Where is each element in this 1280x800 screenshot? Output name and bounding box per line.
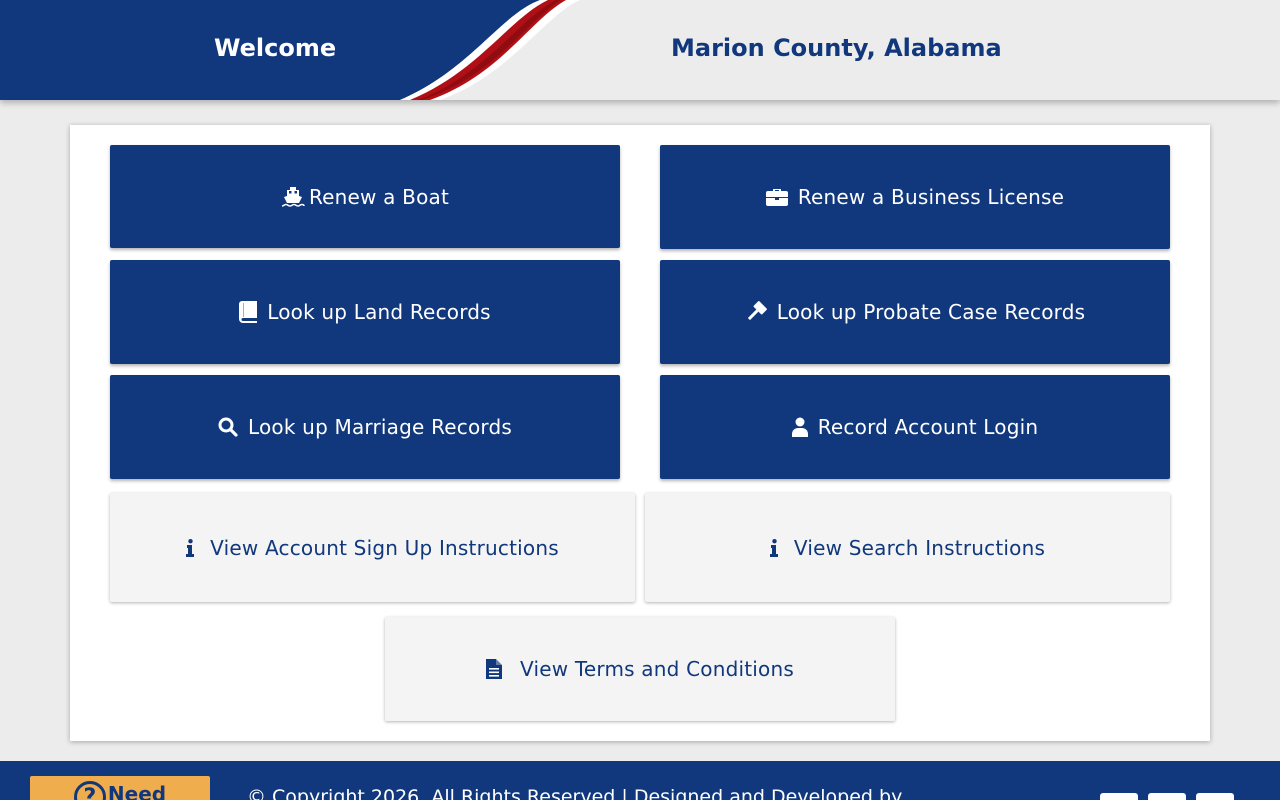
credit-card-icon xyxy=(1196,793,1234,800)
welcome-text: Welcome xyxy=(214,34,337,62)
copyright-text: © Copyright 2026. All Rights Reserved | … xyxy=(247,786,903,800)
renew-boat-button[interactable]: Renew a Boat xyxy=(110,145,620,248)
renew-business-license-label: Renew a Business License xyxy=(797,185,1065,209)
help-icon: ? xyxy=(73,781,106,800)
user-icon xyxy=(791,417,808,437)
info-icon xyxy=(186,538,195,557)
mastercard-icon xyxy=(1148,793,1186,800)
account-login-label: Record Account Login xyxy=(817,415,1039,439)
search-icon xyxy=(218,417,238,437)
document-icon xyxy=(486,659,503,679)
renew-boat-label: Renew a Boat xyxy=(308,184,450,209)
gavel-icon xyxy=(745,301,767,323)
site-footer: ? Need © Copyright 2026. All Rights Rese… xyxy=(0,761,1280,800)
search-instructions-label: View Search Instructions xyxy=(793,535,1046,560)
payment-cards xyxy=(1100,793,1234,800)
welcome-heading: Welcome xyxy=(0,0,553,100)
need-help-label: Need xyxy=(107,782,167,800)
search-instructions-button[interactable]: View Search Instructions xyxy=(645,493,1170,602)
county-title: Marion County, Alabama xyxy=(671,34,1002,62)
terms-button[interactable]: View Terms and Conditions xyxy=(385,617,895,721)
site-header: Welcome Marion County, Alabama xyxy=(0,0,1280,100)
terms-label: View Terms and Conditions xyxy=(520,657,794,681)
probate-records-label: Look up Probate Case Records xyxy=(776,300,1086,324)
info-icon xyxy=(769,538,778,557)
signup-instructions-label: View Account Sign Up Instructions xyxy=(210,535,559,560)
signup-instructions-button[interactable]: View Account Sign Up Instructions xyxy=(110,493,635,602)
services-card: Renew a Boat Renew a Business License Lo… xyxy=(70,125,1210,741)
marriage-records-button[interactable]: Look up Marriage Records xyxy=(110,375,620,479)
marriage-records-label: Look up Marriage Records xyxy=(247,415,513,439)
probate-records-button[interactable]: Look up Probate Case Records xyxy=(660,260,1170,364)
briefcase-icon xyxy=(765,188,788,206)
book-icon xyxy=(239,301,258,323)
land-records-button[interactable]: Look up Land Records xyxy=(110,260,620,364)
ship-icon xyxy=(281,186,305,208)
credit-card-icon xyxy=(1100,793,1138,800)
land-records-label: Look up Land Records xyxy=(267,300,491,324)
need-help-button[interactable]: ? Need xyxy=(30,776,210,800)
account-login-button[interactable]: Record Account Login xyxy=(660,375,1170,479)
renew-business-license-button[interactable]: Renew a Business License xyxy=(660,145,1170,249)
